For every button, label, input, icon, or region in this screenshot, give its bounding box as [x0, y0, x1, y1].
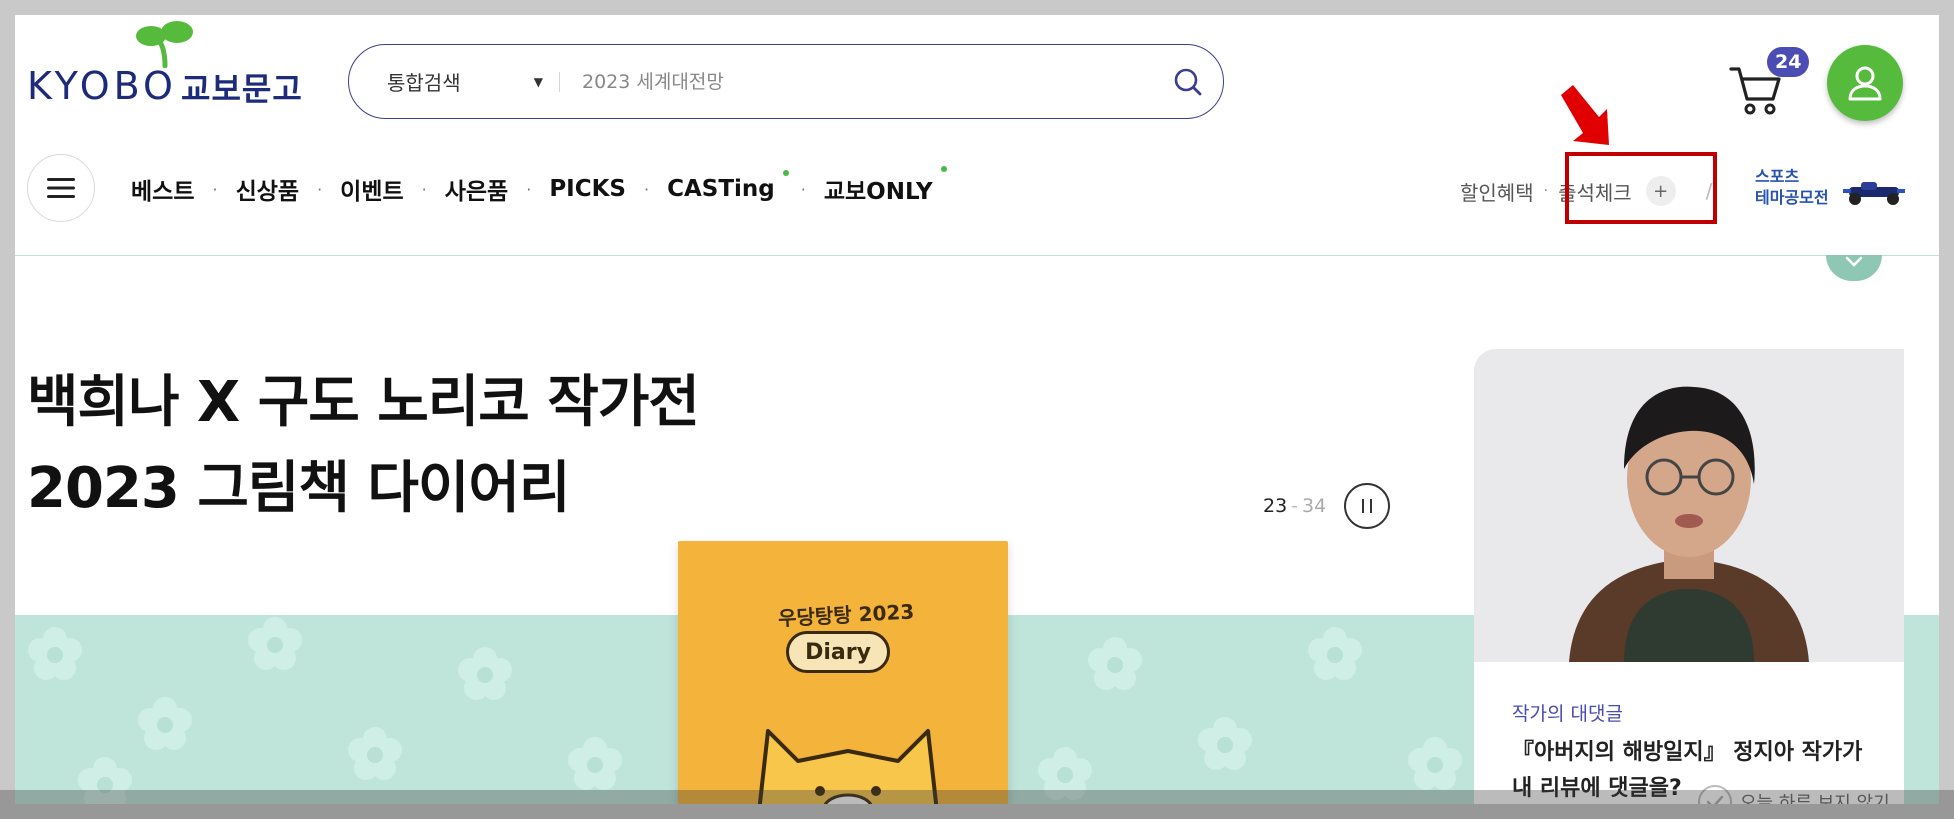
pager-separator: - [1291, 495, 1299, 517]
nav-toggle-tab[interactable] [1826, 255, 1882, 281]
all-menu-button[interactable] [27, 154, 95, 222]
search-type-select[interactable]: 통합검색 ▼ [349, 67, 559, 96]
author-photo [1474, 349, 1904, 662]
my-account-button[interactable] [1827, 45, 1903, 121]
hamburger-icon [47, 178, 75, 198]
pause-icon [1362, 499, 1373, 513]
logo-wordmark: KYOBO [27, 64, 177, 108]
search-button[interactable] [1153, 45, 1223, 118]
headline-line-2: 2023 그림책 다이어리 [27, 456, 570, 521]
cart-count-badge: 24 [1767, 47, 1810, 77]
race-car-icon [1843, 182, 1905, 205]
card-category-label: 작가의 대댓글 [1512, 703, 1623, 725]
discount-link[interactable]: 할인혜택 [1460, 177, 1534, 206]
theme-banner-text: 스포츠 테마공모전 [1755, 167, 1829, 207]
kyobo-logo[interactable]: KYOBO 교보문고 [27, 20, 317, 110]
search-type-label: 통합검색 [387, 71, 461, 95]
new-dot-indicator [940, 166, 947, 172]
nav-item-event[interactable]: 이벤트 [340, 172, 403, 206]
diary-title: 우당탕탕 2023 [777, 599, 915, 631]
nav-separator: · [212, 179, 218, 199]
search-icon [1174, 68, 1202, 95]
page-frame: KYOBO 교보문고 통합검색 ▼ 24 [15, 15, 1939, 804]
logo-korean: 교보문고 [181, 70, 303, 108]
nav-item-picks[interactable]: PICKS [549, 176, 626, 202]
util-separator: · [1543, 183, 1549, 199]
nav-divider [15, 255, 1939, 256]
diary-badge: Diary [786, 631, 890, 673]
red-arrow-icon [1561, 85, 1609, 145]
nav-item-gift[interactable]: 사은품 [445, 172, 508, 206]
pager-total: 34 [1302, 495, 1327, 517]
bottom-dim-overlay [0, 790, 1954, 819]
cat-illustration-icon [757, 729, 939, 804]
chevron-down-icon [1845, 256, 1863, 267]
new-dot-indicator [782, 170, 789, 176]
theme-contest-banner[interactable]: 스포츠 테마공모전 [1755, 163, 1910, 215]
author-reply-card[interactable]: 작가의 대댓글 『아버지의 해방일지』 정지아 작가가 내 리뷰에 댓글을? [1474, 349, 1904, 804]
banner-pager: 23 - 34 [1263, 483, 1391, 529]
nav-separator: · [800, 179, 806, 199]
nav-item-new[interactable]: 신상품 [236, 172, 299, 206]
nav-separator: · [644, 179, 650, 199]
main-nav: 베스트 · 신상품 · 이벤트 · 사은품 · PICKS · CASTing … [131, 166, 947, 211]
nav-separator: · [526, 179, 532, 199]
nav-separator: · [317, 179, 323, 199]
banner-headline[interactable]: 백희나 X 구도 노리코 작가전 2023 그림책 다이어리 [27, 360, 700, 532]
nav-separator: · [421, 179, 427, 199]
caret-down-icon: ▼ [533, 74, 543, 89]
sprout-icon [136, 21, 193, 68]
search-input[interactable] [560, 45, 1153, 118]
pause-button[interactable] [1344, 483, 1391, 529]
user-icon [1848, 66, 1882, 101]
headline-line-1: 백희나 X 구도 노리코 작가전 [27, 370, 700, 435]
attendance-highlight-box [1565, 152, 1717, 224]
nav-item-kyobo-only[interactable]: 교보ONLY [824, 166, 947, 206]
nav-item-casting[interactable]: CASTing [667, 170, 789, 202]
diary-product-image[interactable]: 우당탕탕 2023 Diary [678, 541, 1008, 804]
cart-button[interactable]: 24 [1727, 45, 1810, 121]
search-bar: 통합검색 ▼ [348, 44, 1224, 119]
pager-current: 23 [1263, 495, 1288, 517]
nav-item-best[interactable]: 베스트 [131, 172, 194, 206]
